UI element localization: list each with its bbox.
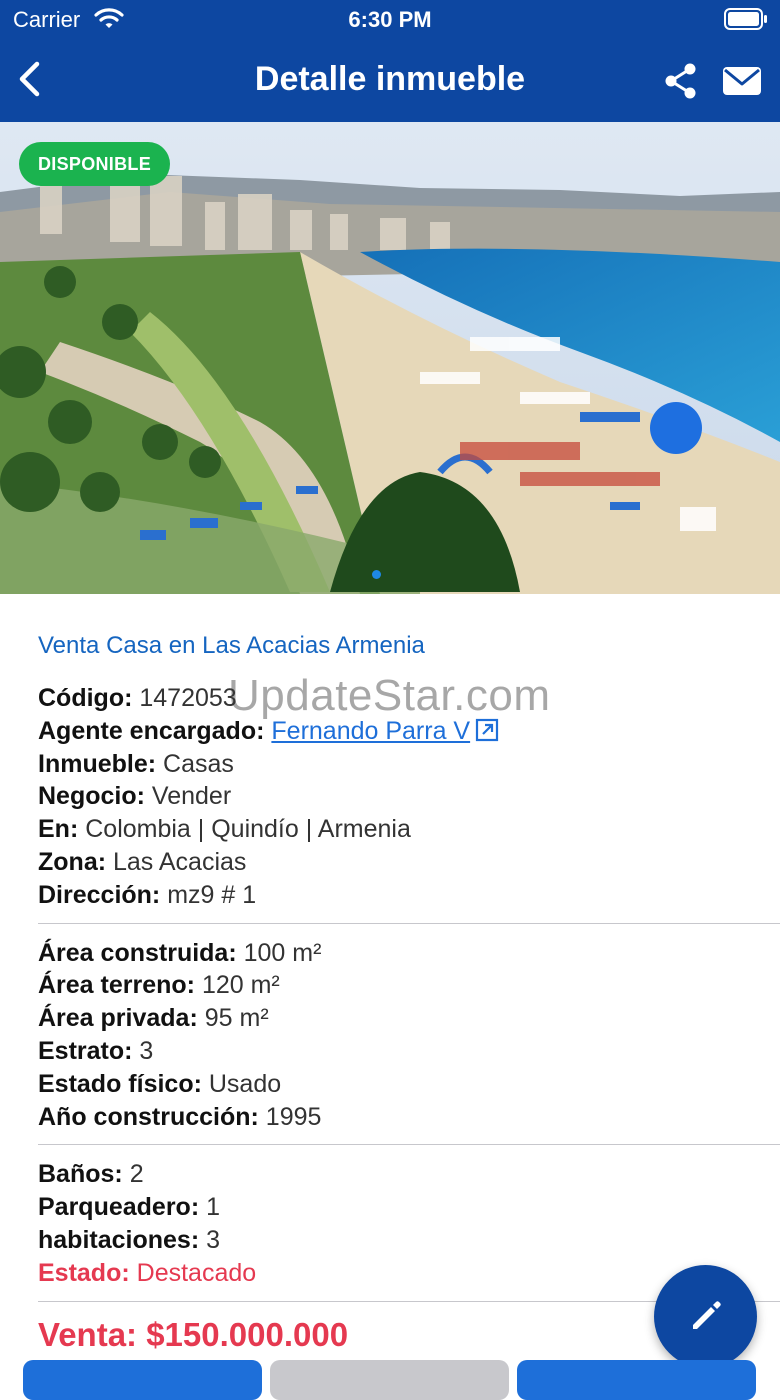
divider [38,922,780,924]
mail-icon[interactable] [722,65,762,97]
action-button-right-label [517,1360,756,1384]
row-banos: Baños: 2 [38,1158,780,1191]
divider [38,1144,780,1146]
area-privada-label: Área privada: [38,1004,198,1033]
action-button-middle[interactable] [270,1360,509,1400]
share-icon[interactable] [663,62,699,100]
negocio-label: Negocio: [38,782,145,811]
row-area-terreno: Área terreno: 120 m² [38,969,780,1002]
negocio-value: Vender [151,782,232,811]
estrato-label: Estrato: [38,1036,133,1065]
row-negocio: Negocio: Vender [38,780,780,813]
area-construida-value: 100 m² [243,938,322,967]
area-privada-value: 95 m² [204,1004,269,1033]
habitaciones-label: habitaciones: [38,1225,200,1254]
anio-value: 1995 [265,1102,322,1131]
area-construida-label: Área construida: [38,938,237,967]
banos-value: 2 [129,1160,144,1189]
inmueble-label: Inmueble: [38,749,157,778]
estado-fisico-value: Usado [208,1069,282,1098]
property-photo[interactable] [0,122,780,594]
codigo-value: 1472053 [139,684,237,712]
inmueble-value: Casas [163,749,234,778]
codigo-label: Código: [38,684,133,712]
pencil-icon [693,1301,721,1329]
en-value: Colombia | Quindío | Armenia [85,815,411,844]
parqueadero-value: 1 [206,1193,221,1222]
row-inmueble: Inmueble: Casas [38,748,780,781]
row-area-construida: Área construida: 100 m² [38,937,780,970]
property-details: Venta Casa en Las Acacias Armenia Código… [38,632,780,1354]
habitaciones-value: 3 [206,1225,221,1254]
row-parqueadero: Parqueadero: 1 [38,1191,780,1224]
action-button-right[interactable] [517,1360,756,1400]
direccion-value: mz9 # 1 [167,880,257,909]
battery-icon [724,8,767,30]
banos-label: Baños: [38,1160,123,1189]
row-agente: Agente encargado: Fernando Parra V [38,715,780,748]
en-label: En: [38,815,79,844]
row-ubicacion: En: Colombia | Quindío | Armenia [38,813,780,846]
zona-label: Zona: [38,847,107,876]
action-button-left-label [23,1360,262,1384]
area-terreno-value: 120 m² [201,971,280,1000]
beach-city-photo [0,122,780,594]
status-bar: Carrier 6:30 PM [0,0,780,40]
anio-label: Año construcción: [38,1102,259,1131]
edit-fab-button[interactable] [654,1265,757,1368]
carousel-dots[interactable] [372,566,388,584]
row-habitaciones: habitaciones: 3 [38,1224,780,1257]
estrato-value: 3 [139,1036,154,1065]
row-area-privada: Área privada: 95 m² [38,1002,780,1035]
estado-label: Estado: [38,1258,130,1287]
direccion-label: Dirección: [38,880,161,909]
parqueadero-label: Parqueadero: [38,1193,200,1222]
row-codigo: Código: 1472053 [38,682,780,715]
external-link-icon[interactable] [475,718,499,742]
clock: 6:30 PM [348,7,432,32]
estado-value: Destacado [136,1258,257,1287]
listing-title: Venta Casa en Las Acacias Armenia [38,632,425,659]
nav-header: Carrier 6:30 PM Detalle inmueble [0,0,780,122]
action-button-left[interactable] [23,1360,262,1400]
agent-link[interactable]: Fernando Parra V [271,717,470,745]
estado-fisico-label: Estado físico: [38,1069,202,1098]
row-anio: Año construcción: 1995 [38,1101,780,1134]
zona-value: Las Acacias [113,847,247,876]
agente-label: Agente encargado: [38,716,265,745]
row-estrato: Estrato: 3 [38,1035,780,1068]
row-estado-fisico: Estado físico: Usado [38,1068,780,1101]
row-direccion: Dirección: mz9 # 1 [38,879,780,912]
carousel-dot-active[interactable] [372,570,381,579]
area-terreno-label: Área terreno: [38,971,195,1000]
availability-badge: DISPONIBLE [19,142,171,186]
action-button-middle-label [270,1360,509,1384]
row-zona: Zona: Las Acacias [38,846,780,879]
